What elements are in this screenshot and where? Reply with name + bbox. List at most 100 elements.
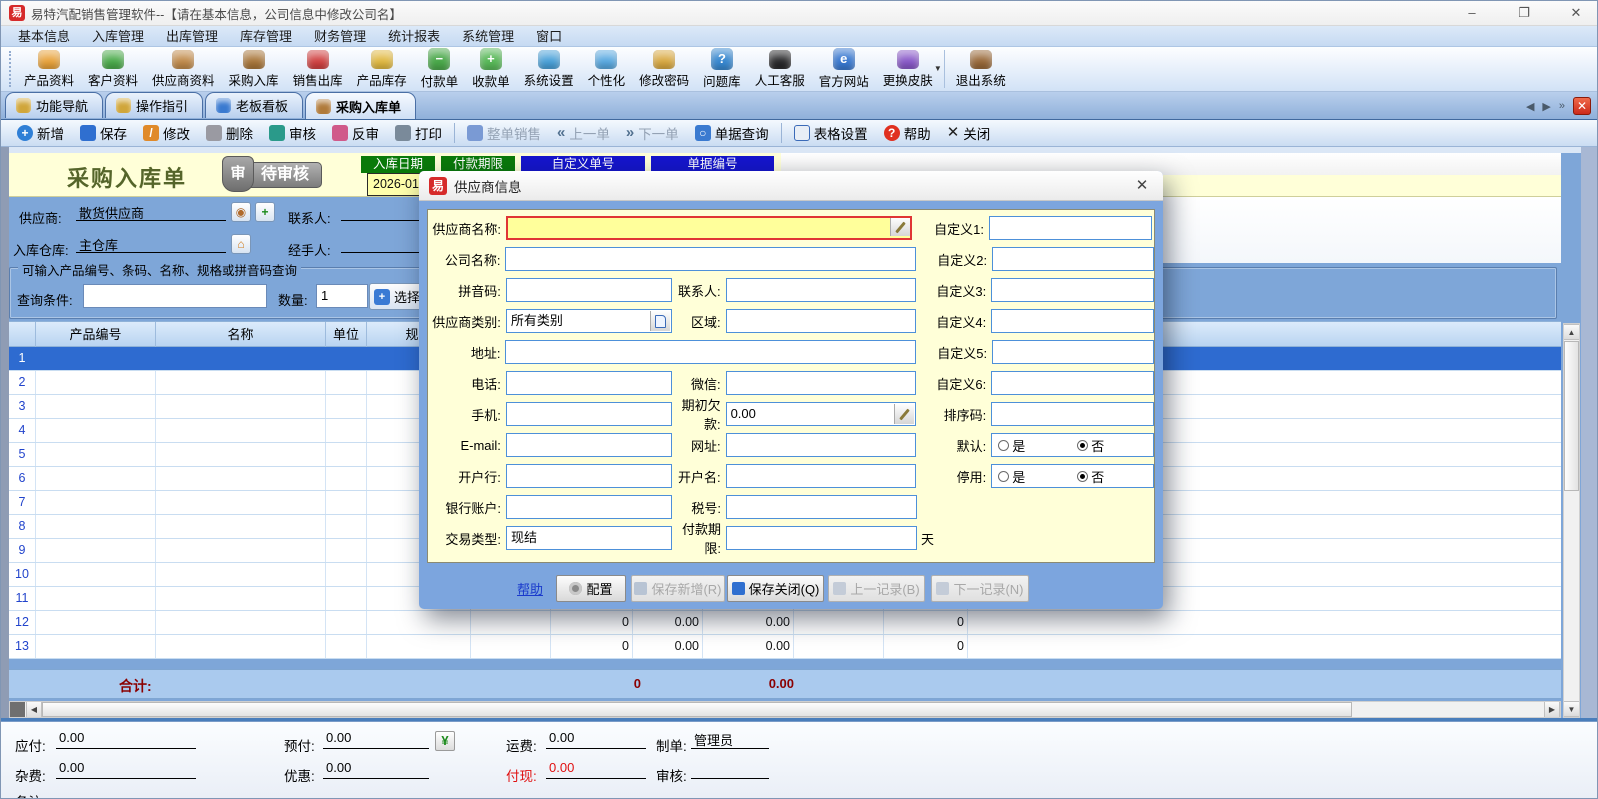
table-cell[interactable] [36,635,156,658]
table-cell[interactable]: 0.00 [703,611,794,634]
text-input[interactable] [506,402,672,426]
menu-item-3[interactable]: 出库管理 [155,26,229,47]
table-cell[interactable] [471,611,551,634]
toolbar-item-4[interactable]: 采购入库 [222,48,286,91]
tab-采购入库单[interactable]: 采购入库单 [305,92,416,119]
doc-toolbar-12[interactable]: 表格设置 [786,120,876,147]
custom-field-input[interactable] [991,278,1154,302]
toolbar-item-16[interactable]: 退出系统 [949,48,1013,91]
toolbar-item-14[interactable]: e官方网站 [812,48,876,91]
table-cell[interactable] [794,635,884,658]
table-cell[interactable] [36,563,156,586]
radio-group[interactable]: 是否 [991,433,1154,457]
text-input[interactable]: 0.00 [726,402,917,426]
toolbar-item-13[interactable]: 人工客服 [748,48,812,91]
doc-toolbar-14[interactable]: ✕关闭 [939,120,999,147]
query-condition-input[interactable] [83,284,267,308]
table-cell[interactable] [326,515,367,538]
table-cell[interactable] [156,611,326,634]
table-cell[interactable]: 0 [551,635,633,658]
text-input[interactable] [506,495,672,519]
tab-scroll-left-icon[interactable]: ◀ [1526,100,1534,113]
radio-option-是[interactable]: 是 [998,467,1025,486]
radio-icon[interactable] [1077,440,1088,451]
scroll-left-icon[interactable]: ◀ [26,702,42,717]
discount-value[interactable]: 0.00 [323,760,429,779]
toolbar-item-7[interactable]: −付款单 [414,48,466,91]
edit-pencil-icon[interactable] [890,218,910,236]
table-cell[interactable]: 0.00 [633,635,703,658]
table-cell[interactable] [326,563,367,586]
vertical-scrollbar[interactable]: ▲ ▼ [1563,323,1580,718]
table-cell[interactable] [36,515,156,538]
edit-pencil-icon[interactable] [894,404,914,424]
table-cell[interactable]: 0.00 [703,635,794,658]
toolbar-item-15[interactable]: 更换皮肤▼ [876,48,940,91]
text-input[interactable] [506,464,672,488]
table-cell[interactable] [156,563,326,586]
toolbar-item-2[interactable]: 客户资料 [81,48,145,91]
table-cell[interactable] [156,443,326,466]
row-number[interactable]: 6 [9,467,36,490]
table-cell[interactable] [156,347,326,370]
radio-option-否[interactable]: 否 [1077,436,1104,455]
menu-item-6[interactable]: 统计报表 [377,26,451,47]
column-header-col0[interactable] [9,322,36,348]
tab-操作指引[interactable]: 操作指引 [105,92,203,118]
row-number[interactable]: 12 [9,611,36,634]
doc-toolbar-3[interactable]: /修改 [135,120,198,147]
toolbar-item-10[interactable]: 个性化 [581,48,633,91]
custom-field-input[interactable] [992,247,1154,271]
table-cell[interactable] [156,371,326,394]
text-input[interactable] [505,247,915,271]
row-number[interactable]: 3 [9,395,36,418]
toolbar-item-9[interactable]: 系统设置 [517,48,581,91]
close-icon[interactable]: ✕ [1565,5,1587,23]
doc-toolbar-5[interactable]: 审核 [261,120,324,147]
scroll-right-icon[interactable]: ▶ [1544,702,1560,717]
toolbar-item-11[interactable]: 修改密码 [632,48,696,91]
row-number[interactable]: 2 [9,371,36,394]
table-cell[interactable] [326,395,367,418]
toolbar-item-8[interactable]: +收款单 [465,48,517,91]
table-cell[interactable]: 0 [884,635,968,658]
radio-icon[interactable] [998,440,1009,451]
row-number[interactable]: 5 [9,443,36,466]
horizontal-scroll-thumb[interactable] [42,702,1352,717]
dialog-title-bar[interactable]: 易 供应商信息 ✕ [419,171,1163,201]
row-number[interactable]: 8 [9,515,36,538]
text-input[interactable] [726,278,917,302]
toolbar-item-1[interactable]: 产品资料 [17,48,81,91]
table-cell[interactable] [156,587,326,610]
row-number[interactable]: 1 [9,347,36,370]
tab-close-button[interactable]: ✕ [1573,97,1591,115]
table-cell[interactable] [326,371,367,394]
text-input[interactable] [726,371,917,395]
table-cell[interactable] [156,395,326,418]
supplier-category-input[interactable]: 所有类别 [506,309,672,333]
misc-fee-value[interactable]: 0.00 [56,760,196,779]
menu-item-7[interactable]: 系统管理 [451,26,525,47]
table-cell[interactable] [36,371,156,394]
menu-item-8[interactable]: 窗口 [525,26,573,47]
table-cell[interactable] [326,419,367,442]
add-supplier-icon[interactable]: + [255,202,275,222]
horizontal-scrollbar[interactable]: ◀ ▶ [9,701,1561,718]
text-input[interactable] [726,433,917,457]
menu-item-4[interactable]: 库存管理 [229,26,303,47]
table-cell[interactable] [156,635,326,658]
radio-option-否[interactable]: 否 [1077,467,1104,486]
yen-icon[interactable]: ¥ [435,731,455,751]
table-cell[interactable] [36,347,156,370]
toolbar-item-5[interactable]: 销售出库 [286,48,350,91]
radio-icon[interactable] [998,471,1009,482]
table-cell[interactable]: 0 [551,611,633,634]
vertical-scroll-thumb[interactable] [1564,341,1579,491]
tab-功能导航[interactable]: 功能导航 [5,92,103,118]
custom-field-input[interactable] [991,402,1154,426]
doc-toolbar-13[interactable]: ?帮助 [876,120,939,147]
toolbar-item-6[interactable]: 产品库存 [350,48,414,91]
minimize-icon[interactable]: – [1461,5,1483,23]
table-cell[interactable] [794,611,884,634]
row-number[interactable]: 11 [9,587,36,610]
